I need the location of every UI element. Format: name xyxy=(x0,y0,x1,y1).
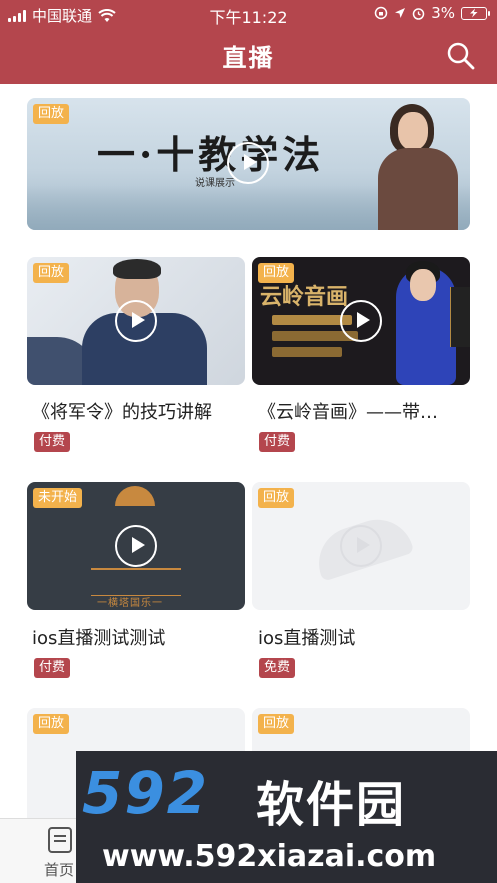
price-badge: 免费 xyxy=(259,658,296,678)
poster-caption: 一横塔国乐一 xyxy=(97,598,163,609)
tab-bar: 首页 xyxy=(0,818,78,883)
lock-rotation-icon xyxy=(374,6,388,20)
status-badge: 回放 xyxy=(258,263,295,283)
status-badge: 回放 xyxy=(258,488,295,508)
banner-person-body xyxy=(378,148,458,230)
banner-card[interactable]: 一·十教学法 说课展示 回放 xyxy=(27,98,470,230)
live-card-thumbnail[interactable]: 回放 xyxy=(252,482,470,610)
banner-person-face xyxy=(398,112,428,150)
status-badge: 回放 xyxy=(33,263,70,283)
status-badge: 回放 xyxy=(33,714,70,734)
status-right: 3% xyxy=(374,4,490,22)
live-card-title[interactable]: ios直播测试 xyxy=(258,624,470,650)
live-card-thumbnail[interactable]: 云岭音画 回放 xyxy=(252,257,470,385)
price-badge: 付费 xyxy=(259,432,296,452)
status-bar: 中国联通 下午11:22 3% xyxy=(0,0,497,28)
status-badge: 回放 xyxy=(258,714,295,734)
watermark-name: 软件园 xyxy=(256,777,407,833)
banner-art-text: 一·十教学法 xyxy=(97,132,325,177)
poster-line xyxy=(272,347,342,357)
play-icon[interactable] xyxy=(340,300,382,342)
search-button[interactable] xyxy=(445,40,477,72)
page-title: 直播 xyxy=(222,44,275,72)
watermark-number: 592 xyxy=(82,759,210,827)
nav-bar: 直播 xyxy=(0,28,497,84)
live-card-title[interactable]: 《将军令》的技巧讲解 xyxy=(32,398,244,424)
live-card-thumbnail[interactable]: 一横塔国乐一 未开始 xyxy=(27,482,245,610)
poster-frame xyxy=(91,568,181,596)
price-badge: 付费 xyxy=(34,658,71,678)
battery-icon xyxy=(461,6,490,20)
tab-home-label[interactable]: 首页 xyxy=(44,859,74,880)
search-icon xyxy=(447,42,475,70)
alarm-icon xyxy=(412,7,425,20)
play-icon[interactable] xyxy=(115,525,157,567)
play-icon[interactable] xyxy=(115,300,157,342)
live-card-title[interactable]: ios直播测试测试 xyxy=(32,624,244,650)
watermark-url: www.592xiazai.com xyxy=(102,839,437,874)
battery-percent: 3% xyxy=(431,4,455,22)
poster-sidebar xyxy=(450,287,470,347)
home-tab-icon[interactable] xyxy=(48,827,72,853)
live-card-title[interactable]: 《云岭音画》——带… xyxy=(258,398,470,424)
live-card-thumbnail[interactable]: 回放 xyxy=(27,257,245,385)
watermark: 592 软件园 www.592xiazai.com xyxy=(76,751,497,883)
status-badge: 未开始 xyxy=(33,488,83,508)
banner-art-subtext: 说课展示 xyxy=(195,178,235,189)
location-icon xyxy=(395,8,406,18)
poster-person-face xyxy=(410,269,436,301)
status-badge: 回放 xyxy=(33,104,70,124)
play-icon[interactable] xyxy=(227,142,269,184)
thumbnail-person-hair xyxy=(113,259,161,279)
price-badge: 付费 xyxy=(34,432,71,452)
poster-title: 云岭音画 xyxy=(260,284,349,310)
play-icon[interactable] xyxy=(340,525,382,567)
